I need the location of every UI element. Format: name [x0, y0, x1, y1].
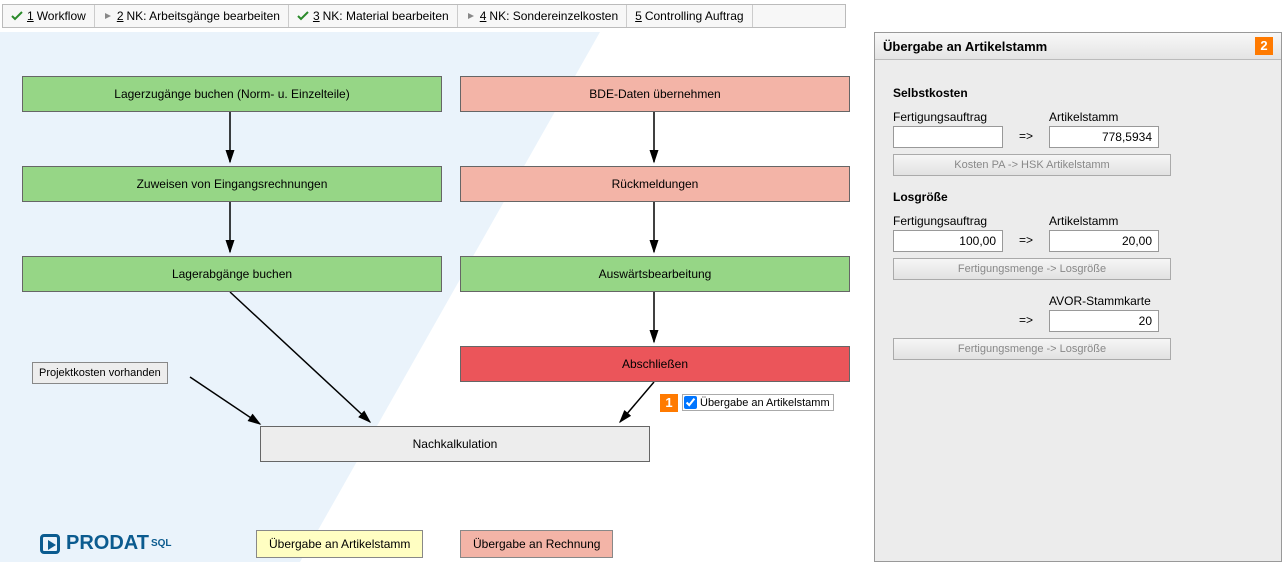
check-icon	[297, 10, 309, 22]
box-bde-daten[interactable]: BDE-Daten übernehmen	[460, 76, 850, 112]
button-fertigungsmenge-losgroesse-1[interactable]: Fertigungsmenge -> Losgröße	[893, 258, 1171, 280]
input-losgroesse-fa[interactable]	[893, 230, 1003, 252]
arrow-separator: =>	[1019, 219, 1033, 247]
label-fertigungsauftrag: Fertigungsauftrag	[893, 214, 1003, 228]
tab-nk-arbeitsgaenge[interactable]: 2 NK: Arbeitsgänge bearbeiten	[95, 5, 289, 27]
legend-uebergabe-rechnung: Übergabe an Rechnung	[460, 530, 613, 558]
box-label: Lagerzugänge buchen (Norm- u. Einzelteil…	[114, 87, 349, 101]
box-abschliessen[interactable]: Abschließen	[460, 346, 850, 382]
button-kosten-pa-hsk[interactable]: Kosten PA -> HSK Artikelstamm	[893, 154, 1171, 176]
label-avor-stammkarte: AVOR-Stammkarte	[1049, 294, 1159, 308]
callout-marker-2: 2	[1255, 37, 1273, 55]
box-zuweisen-eingangsrechnungen[interactable]: Zuweisen von Eingangsrechnungen	[22, 166, 442, 202]
box-projektkosten[interactable]: Projektkosten vorhanden	[32, 362, 168, 384]
tab-label: NK: Sondereinzelkosten	[489, 9, 618, 23]
box-label: Nachkalkulation	[413, 437, 498, 451]
label-artikelstamm: Artikelstamm	[1049, 110, 1159, 124]
legend-label: Übergabe an Rechnung	[473, 537, 600, 551]
tab-label: Controlling Auftrag	[645, 9, 744, 23]
logo-icon	[40, 534, 60, 554]
tab-label: NK: Material bearbeiten	[323, 9, 449, 23]
panel-title-bar: Übergabe an Artikelstamm 2	[875, 33, 1281, 60]
prodat-logo: PRODAT SQL	[40, 532, 172, 555]
workflow-canvas: Lagerzugänge buchen (Norm- u. Einzelteil…	[0, 32, 870, 562]
legend-label: Übergabe an Artikelstamm	[269, 537, 410, 551]
top-tabs: 1 Workflow 2 NK: Arbeitsgänge bearbeiten…	[2, 4, 846, 28]
tab-num: 1	[27, 9, 34, 23]
logo-text: PRODAT	[66, 532, 149, 555]
tab-label: Workflow	[37, 9, 86, 23]
box-rueckmeldungen[interactable]: Rückmeldungen	[460, 166, 850, 202]
arrow-separator: =>	[1019, 115, 1033, 143]
box-lagerzugaenge[interactable]: Lagerzugänge buchen (Norm- u. Einzelteil…	[22, 76, 442, 112]
checkbox-label: Übergabe an Artikelstamm	[700, 397, 830, 409]
logo-suffix: SQL	[151, 538, 172, 549]
tab-workflow[interactable]: 1 Workflow	[3, 5, 95, 27]
box-label: Abschließen	[622, 357, 688, 371]
tab-num: 2	[117, 9, 124, 23]
checkbox-uebergabe-artikelstamm[interactable]: Übergabe an Artikelstamm	[682, 394, 834, 411]
tab-num: 4	[480, 9, 487, 23]
check-icon	[11, 10, 23, 22]
label-fertigungsauftrag: Fertigungsauftrag	[893, 110, 1003, 124]
box-label: Rückmeldungen	[612, 177, 699, 191]
section-heading-losgroesse: Losgröße	[893, 190, 1263, 204]
tab-num: 3	[313, 9, 320, 23]
input-losgroesse-as[interactable]	[1049, 230, 1159, 252]
tab-nk-sondereinzel[interactable]: 4 NK: Sondereinzelkosten	[458, 5, 627, 27]
box-lagerabgaenge[interactable]: Lagerabgänge buchen	[22, 256, 442, 292]
box-label: Projektkosten vorhanden	[39, 367, 161, 379]
panel-title-text: Übergabe an Artikelstamm	[883, 39, 1047, 54]
checkbox-input[interactable]	[684, 396, 697, 409]
legend-uebergabe-artikelstamm: Übergabe an Artikelstamm	[256, 530, 423, 558]
button-fertigungsmenge-losgroesse-2[interactable]: Fertigungsmenge -> Losgröße	[893, 338, 1171, 360]
tab-num: 5	[635, 9, 642, 23]
input-avor-stammkarte[interactable]	[1049, 310, 1159, 332]
box-label: BDE-Daten übernehmen	[589, 87, 720, 101]
box-label: Lagerabgänge buchen	[172, 267, 292, 281]
triangle-icon	[103, 11, 113, 21]
tab-controlling[interactable]: 5 Controlling Auftrag	[627, 5, 752, 27]
box-auswaertsbearbeitung[interactable]: Auswärtsbearbeitung	[460, 256, 850, 292]
box-nachkalkulation[interactable]: Nachkalkulation	[260, 426, 650, 462]
box-label: Zuweisen von Eingangsrechnungen	[137, 177, 328, 191]
input-selbstkosten-fa[interactable]	[893, 126, 1003, 148]
arrow-separator: =>	[1019, 299, 1033, 327]
tab-nk-material[interactable]: 3 NK: Material bearbeiten	[289, 5, 458, 27]
panel-uebergabe-artikelstamm: Übergabe an Artikelstamm 2 Selbstkosten …	[874, 32, 1282, 562]
box-label: Auswärtsbearbeitung	[599, 267, 712, 281]
label-artikelstamm: Artikelstamm	[1049, 214, 1159, 228]
tab-label: NK: Arbeitsgänge bearbeiten	[127, 9, 280, 23]
section-heading-selbstkosten: Selbstkosten	[893, 86, 1263, 100]
callout-marker-1: 1	[660, 394, 678, 412]
triangle-icon	[466, 11, 476, 21]
input-selbstkosten-as[interactable]	[1049, 126, 1159, 148]
